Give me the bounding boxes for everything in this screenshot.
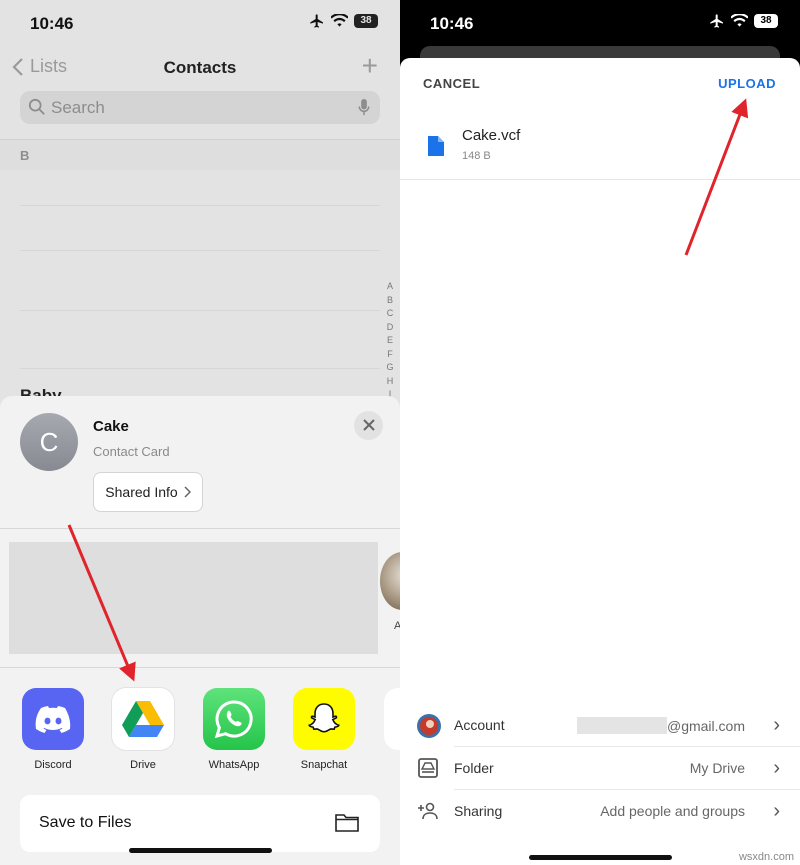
status-time: 10:46 xyxy=(30,14,74,33)
shared-info-button[interactable]: Shared Info xyxy=(93,472,203,512)
divider xyxy=(20,368,380,369)
account-row[interactable]: Account @gmail.com › xyxy=(400,704,800,747)
chevron-right-icon xyxy=(184,486,191,498)
account-value: @gmail.com xyxy=(666,718,745,734)
sharing-value: Add people and groups xyxy=(600,803,745,819)
contacts-share-panel: 10:46 38 Lists Contacts + Search B A B C… xyxy=(0,0,400,865)
index-letter[interactable]: H xyxy=(387,375,394,389)
folder-icon xyxy=(335,814,359,832)
status-bar: 10:46 38 xyxy=(0,0,400,46)
alphabet-index[interactable]: A B C D E F G H I xyxy=(384,280,396,402)
divider xyxy=(20,205,380,206)
chevron-right-icon: › xyxy=(773,757,780,779)
index-letter[interactable]: E xyxy=(387,334,393,348)
sharing-row[interactable]: Sharing Add people and groups › xyxy=(400,790,800,833)
file-name: Cake.vcf xyxy=(462,127,521,144)
suggested-person-avatar[interactable] xyxy=(380,552,400,610)
shared-item-title: Cake xyxy=(93,418,129,435)
watermark: wsxdn.com xyxy=(738,851,794,863)
status-bar: 10:46 38 xyxy=(400,0,800,46)
airplane-icon xyxy=(310,14,323,28)
section-header: B xyxy=(0,139,400,170)
index-letter[interactable]: A xyxy=(387,280,393,294)
search-placeholder: Search xyxy=(51,98,105,117)
share-app-more[interactable] xyxy=(384,688,400,750)
cancel-button[interactable]: CANCEL xyxy=(423,76,480,91)
account-avatar-icon xyxy=(417,714,441,738)
divider xyxy=(0,667,400,668)
save-to-files-action[interactable]: Save to Files xyxy=(20,795,380,852)
share-app-drive[interactable]: Drive xyxy=(112,688,174,771)
share-app-label: Drive xyxy=(130,759,156,771)
discord-icon xyxy=(22,688,84,750)
save-to-files-label: Save to Files xyxy=(39,814,132,831)
battery-indicator: 38 xyxy=(354,14,378,28)
folder-value: My Drive xyxy=(689,760,745,776)
divider xyxy=(400,179,800,180)
status-time: 10:46 xyxy=(430,14,474,33)
drive-folder-icon xyxy=(418,758,438,778)
battery-indicator: 38 xyxy=(754,14,778,28)
add-contact-button[interactable]: + xyxy=(362,50,378,82)
shared-item-subtitle: Contact Card xyxy=(93,444,170,459)
page-title: Contacts xyxy=(163,58,237,77)
share-app-whatsapp[interactable]: WhatsApp xyxy=(203,688,265,771)
divider xyxy=(20,250,380,251)
avatar: C xyxy=(20,413,78,471)
sharing-label: Sharing xyxy=(454,803,503,819)
shared-info-label: Shared Info xyxy=(105,484,178,500)
chevron-right-icon: › xyxy=(773,800,780,822)
share-sheet: C Cake Contact Card Shared Info A Discor… xyxy=(0,396,400,865)
add-person-icon xyxy=(418,802,438,820)
close-button[interactable] xyxy=(354,411,383,440)
home-indicator xyxy=(129,848,272,853)
divider xyxy=(0,528,400,529)
share-app-label: WhatsApp xyxy=(208,759,260,771)
folder-label: Folder xyxy=(454,760,494,776)
section-letter: B xyxy=(20,148,30,163)
folder-row[interactable]: Folder My Drive › xyxy=(400,747,800,790)
airplane-icon xyxy=(710,14,723,28)
upload-dialog: CANCEL UPLOAD Cake.vcf 148 B Account @gm… xyxy=(400,58,800,865)
divider xyxy=(20,310,380,311)
index-letter[interactable]: G xyxy=(386,361,393,375)
file-size: 148 B xyxy=(462,150,491,162)
document-icon xyxy=(428,136,444,156)
google-drive-icon xyxy=(112,688,174,750)
index-letter[interactable]: B xyxy=(387,294,393,308)
share-app-snapchat[interactable]: Snapchat xyxy=(293,688,355,771)
chevron-right-icon: › xyxy=(773,714,780,736)
wifi-icon xyxy=(731,14,748,27)
home-indicator xyxy=(529,855,672,860)
whatsapp-icon xyxy=(203,688,265,750)
share-app-discord[interactable]: Discord xyxy=(22,688,84,771)
share-app-label: Snapchat xyxy=(300,759,348,771)
account-label: Account xyxy=(454,717,505,733)
index-letter[interactable]: D xyxy=(387,321,394,335)
microphone-icon[interactable] xyxy=(358,98,370,117)
drive-upload-panel: 10:46 38 CANCEL UPLOAD Cake.vcf 148 B Ac… xyxy=(400,0,800,865)
snapchat-icon xyxy=(293,688,355,750)
share-app-label: Discord xyxy=(34,759,72,771)
wifi-icon xyxy=(331,14,348,27)
airdrop-suggestions[interactable] xyxy=(9,542,378,654)
search-icon xyxy=(28,98,45,115)
search-input[interactable]: Search xyxy=(20,91,380,124)
upload-button[interactable]: UPLOAD xyxy=(718,76,776,91)
index-letter[interactable]: C xyxy=(387,307,394,321)
redacted-email xyxy=(576,717,667,734)
index-letter[interactable]: F xyxy=(387,348,393,362)
close-icon xyxy=(362,419,375,431)
